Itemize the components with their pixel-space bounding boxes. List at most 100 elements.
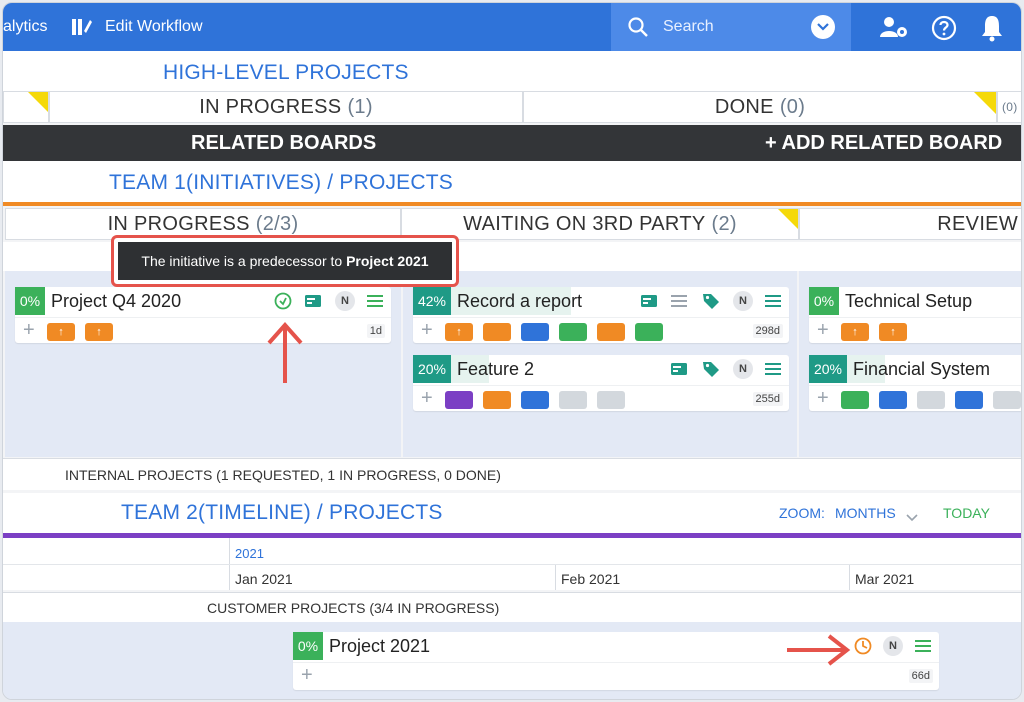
card-menu-icon[interactable] [913, 636, 933, 656]
team1-title: TEAM 1(INITIATIVES) / PROJECTS [109, 171, 453, 194]
zoom-chevron-down-icon[interactable] [906, 509, 918, 527]
owner-avatar[interactable]: N [733, 291, 753, 311]
search-dropdown-icon[interactable] [811, 15, 835, 39]
add-child-icon[interactable]: + [421, 320, 433, 340]
high-level-header: HIGH-LEVEL PROJECTS [3, 51, 1021, 91]
edit-workflow-button[interactable]: Edit Workflow [71, 3, 203, 51]
child-item-chip[interactable]: ↑ [841, 323, 869, 341]
card-record-a-report[interactable]: 42% Record a report N + ↑ 298d [413, 287, 789, 343]
card-footer: + ↑ ↑ 1d [15, 317, 391, 343]
progress-badge: 0% [293, 632, 323, 660]
child-item-chip[interactable] [879, 391, 907, 409]
tag-icon[interactable] [701, 359, 721, 379]
owner-avatar[interactable]: N [883, 636, 903, 656]
column-label: DONE [714, 95, 774, 118]
child-item-chip[interactable] [483, 391, 511, 409]
card-title[interactable]: Technical Setup [845, 287, 972, 315]
card-project-q4-2020[interactable]: 0% Project Q4 2020 N + ↑ ↑ 1d [15, 287, 391, 343]
team2-header: TEAM 2(TIMELINE) / PROJECTS ZOOM: MONTHS… [3, 493, 1021, 533]
description-icon[interactable] [669, 291, 689, 311]
today-button[interactable]: TODAY [943, 505, 990, 521]
tag-icon[interactable] [701, 291, 721, 311]
related-boards-bar: RELATED BOARDS + ADD RELATED BOARD [3, 125, 1021, 161]
timeline-month: Mar 2021 [855, 571, 915, 587]
timeline-year: 2021 [235, 546, 264, 561]
column-in-progress[interactable]: IN PROGRESS (1) [49, 91, 523, 123]
child-item-chip[interactable] [917, 391, 945, 409]
add-child-icon[interactable]: + [817, 388, 829, 408]
team1-header: TEAM 1(INITIATIVES) / PROJECTS [3, 161, 1021, 203]
add-child-icon[interactable]: + [421, 388, 433, 408]
progress-badge: 0% [15, 287, 45, 315]
zoom-select[interactable]: MONTHS [835, 505, 896, 521]
child-item-chip[interactable] [841, 391, 869, 409]
help-icon[interactable] [931, 15, 957, 46]
card-menu-icon[interactable] [763, 359, 783, 379]
notifications-bell-icon[interactable] [979, 14, 1005, 47]
progress-badge: 20% [413, 355, 451, 383]
team2-title: TEAM 2(TIMELINE) / PROJECTS [121, 501, 443, 524]
column-label: REVIEW [937, 212, 1018, 235]
app-frame: alytics Edit Workflow Search HIGH-LEVEL … [2, 2, 1022, 700]
child-item-chip[interactable] [521, 391, 549, 409]
card-feature-2[interactable]: 20% Feature 2 N + 255d [413, 355, 789, 411]
add-child-icon[interactable]: + [301, 665, 313, 685]
timeline-divider [3, 564, 1021, 565]
collapsed-column-right[interactable]: (0) [997, 91, 1021, 123]
column-waiting-3rd-party[interactable]: WAITING ON 3RD PARTY (2) [401, 208, 799, 240]
child-item-chip[interactable] [597, 391, 625, 409]
card-title[interactable]: Financial System [853, 355, 990, 383]
child-item-chip[interactable]: ↑ [47, 323, 75, 341]
child-item-chip[interactable] [483, 323, 511, 341]
search-input[interactable]: Search [663, 18, 714, 36]
timeline-month: Feb 2021 [561, 571, 621, 587]
child-item-chip[interactable]: ↑ [445, 323, 473, 341]
owner-avatar[interactable]: N [733, 359, 753, 379]
column-done[interactable]: DONE (0) [523, 91, 997, 123]
successor-link-icon[interactable] [853, 636, 873, 656]
child-item-chip[interactable] [597, 323, 625, 341]
owner-avatar[interactable]: N [335, 291, 355, 311]
card-title[interactable]: Record a report [457, 287, 582, 315]
card-financial-system[interactable]: 20% Financial System + [809, 355, 1021, 411]
child-item-chip[interactable]: ↑ [85, 323, 113, 341]
card-menu-icon[interactable] [365, 291, 385, 311]
column-count: (1) [347, 95, 373, 118]
corner-marker [28, 92, 48, 112]
customer-projects-summary[interactable]: CUSTOMER PROJECTS (3/4 IN PROGRESS) [3, 592, 1021, 622]
child-item-chip[interactable] [993, 391, 1021, 409]
card-details-icon[interactable] [303, 291, 323, 311]
card-title[interactable]: Feature 2 [457, 355, 534, 383]
column-count: (0) [779, 95, 806, 118]
card-details-icon[interactable] [639, 291, 659, 311]
child-item-chip[interactable]: ↑ [879, 323, 907, 341]
collapsed-column-left[interactable] [3, 91, 49, 123]
internal-projects-summary[interactable]: INTERNAL PROJECTS (1 REQUESTED, 1 IN PRO… [3, 458, 1021, 490]
timeline-header: 2021 Jan 2021 Feb 2021 Mar 2021 [3, 538, 1021, 590]
child-item-chip[interactable] [521, 323, 549, 341]
progress-badge: 42% [413, 287, 451, 315]
child-item-chip[interactable] [445, 391, 473, 409]
edit-workflow-label: Edit Workflow [105, 18, 203, 35]
card-title[interactable]: Project Q4 2020 [51, 287, 181, 315]
child-item-chip[interactable] [559, 323, 587, 341]
card-details-icon[interactable] [669, 359, 689, 379]
timeline-month: Jan 2021 [235, 571, 293, 587]
search-box[interactable]: Search [611, 3, 851, 51]
card-technical-setup[interactable]: 0% Technical Setup + ↑ ↑ [809, 287, 1021, 343]
child-item-chip[interactable] [559, 391, 587, 409]
add-child-icon[interactable]: + [23, 320, 35, 340]
child-item-chip[interactable] [635, 323, 663, 341]
child-item-chip[interactable] [955, 391, 983, 409]
card-footer: + 255d [413, 385, 789, 411]
card-menu-icon[interactable] [763, 291, 783, 311]
summary-text: CUSTOMER PROJECTS (3/4 IN PROGRESS) [207, 600, 499, 616]
predecessor-link-icon[interactable] [273, 291, 293, 311]
add-child-icon[interactable]: + [817, 320, 829, 340]
user-settings-icon[interactable] [879, 15, 909, 44]
card-title[interactable]: Project 2021 [329, 632, 430, 660]
right-arrow-annotation [787, 634, 851, 666]
add-related-board-button[interactable]: + ADD RELATED BOARD [765, 132, 1002, 155]
column-review[interactable]: REVIEW [799, 208, 1021, 240]
analytics-link[interactable]: alytics [3, 3, 47, 51]
